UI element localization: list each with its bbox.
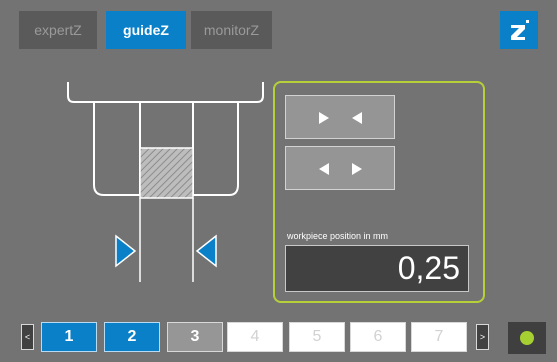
arrows-inward-icon: [319, 112, 362, 124]
right-jaw: [192, 102, 239, 196]
workpiece-diagram: [67, 82, 264, 282]
page-button-7[interactable]: 7: [411, 322, 467, 352]
page-button-4[interactable]: 4: [227, 322, 283, 352]
open-jaws-button[interactable]: [285, 146, 395, 190]
position-label: workpiece position in mm: [287, 231, 389, 241]
page-button-5[interactable]: 5: [289, 322, 345, 352]
page-button-2[interactable]: 2: [104, 322, 160, 352]
status-dot-icon: [520, 331, 534, 345]
close-jaws-button[interactable]: [285, 95, 395, 139]
right-marker-icon: [195, 234, 217, 268]
status-button[interactable]: [508, 322, 546, 354]
position-value: 0,25: [285, 245, 469, 292]
page-button-6[interactable]: 6: [350, 322, 406, 352]
page-button-3[interactable]: 3: [167, 322, 223, 352]
left-marker-icon: [115, 234, 137, 268]
page-button-1[interactable]: 1: [41, 322, 97, 352]
arrows-outward-icon: [319, 163, 362, 175]
z-logo-icon: [500, 11, 538, 49]
prev-page-button[interactable]: <: [21, 324, 34, 350]
workpiece: [139, 147, 194, 199]
left-jaw: [93, 102, 141, 196]
next-page-button[interactable]: >: [476, 324, 489, 350]
